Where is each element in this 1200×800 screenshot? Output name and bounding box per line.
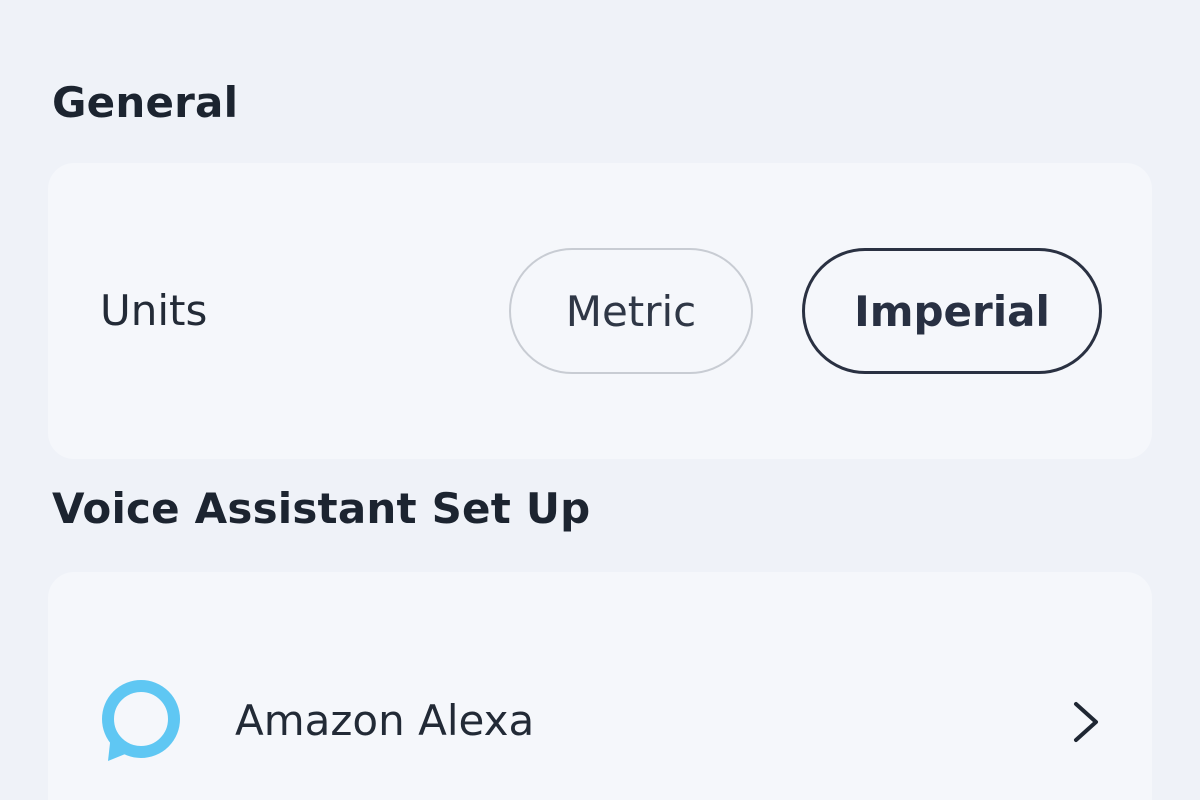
units-label: Units (100, 286, 208, 335)
amazon-alexa-row[interactable] (48, 630, 1152, 800)
chevron-right-icon[interactable] (1068, 700, 1104, 744)
voice-assistant-section-title: Voice Assistant Set Up (52, 484, 591, 533)
general-section-title: General (52, 78, 239, 127)
metric-option-button[interactable]: Metric (509, 248, 753, 374)
imperial-option-button[interactable]: Imperial (802, 248, 1102, 374)
settings-page: General Units Metric Imperial Voice Assi… (0, 0, 1200, 800)
alexa-icon (97, 676, 185, 764)
amazon-alexa-label: Amazon Alexa (235, 696, 535, 745)
